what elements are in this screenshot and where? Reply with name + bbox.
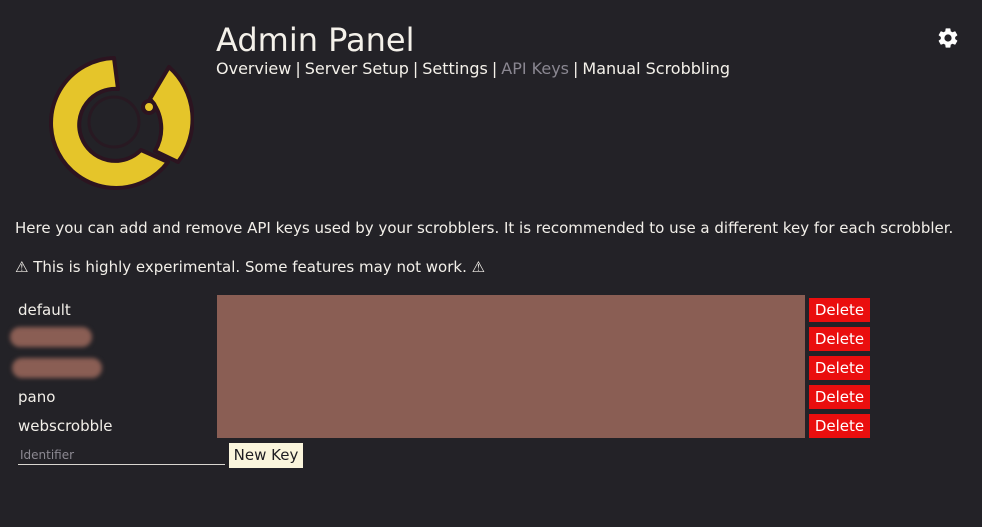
nav-settings[interactable]: Settings bbox=[422, 59, 488, 78]
nav-server-setup[interactable]: Server Setup bbox=[305, 59, 409, 78]
delete-key-button[interactable]: Delete bbox=[809, 327, 870, 351]
nav-separator: | bbox=[412, 59, 419, 78]
redacted-identifier bbox=[12, 358, 102, 378]
key-identifier: default bbox=[18, 301, 71, 319]
key-identifier: pano bbox=[18, 388, 56, 406]
nav-separator: | bbox=[295, 59, 301, 78]
nav-api-keys[interactable]: API Keys bbox=[501, 59, 569, 78]
delete-key-button[interactable]: Delete bbox=[809, 385, 870, 409]
gear-icon[interactable] bbox=[936, 26, 960, 50]
nav-overview[interactable]: Overview bbox=[216, 59, 291, 78]
key-identifier: webscrobble bbox=[18, 417, 113, 435]
maloja-logo bbox=[49, 56, 194, 190]
admin-nav: Overview | Server Setup | Settings | API Keys |… bbox=[216, 58, 730, 80]
new-key-button[interactable]: New Key bbox=[229, 443, 303, 468]
intro-text: Here you can add and remove API keys use… bbox=[15, 219, 954, 237]
nav-manual-scrobbling[interactable]: Manual Scrobbling bbox=[582, 59, 730, 78]
delete-key-button[interactable]: Delete bbox=[809, 356, 870, 380]
delete-key-button[interactable]: Delete bbox=[809, 414, 870, 438]
redacted-identifier bbox=[10, 327, 92, 347]
delete-key-button[interactable]: Delete bbox=[809, 298, 870, 322]
identifier-input[interactable] bbox=[18, 446, 225, 465]
nav-separator: | bbox=[573, 59, 579, 78]
nav-separator: | bbox=[491, 59, 498, 78]
admin-page: Admin Panel Overview | Server Setup | Settin… bbox=[0, 0, 982, 527]
experimental-warning: ⚠ This is highly experimental. Some feat… bbox=[15, 258, 486, 276]
redacted-key-values bbox=[217, 295, 805, 438]
page-title: Admin Panel bbox=[216, 21, 415, 59]
